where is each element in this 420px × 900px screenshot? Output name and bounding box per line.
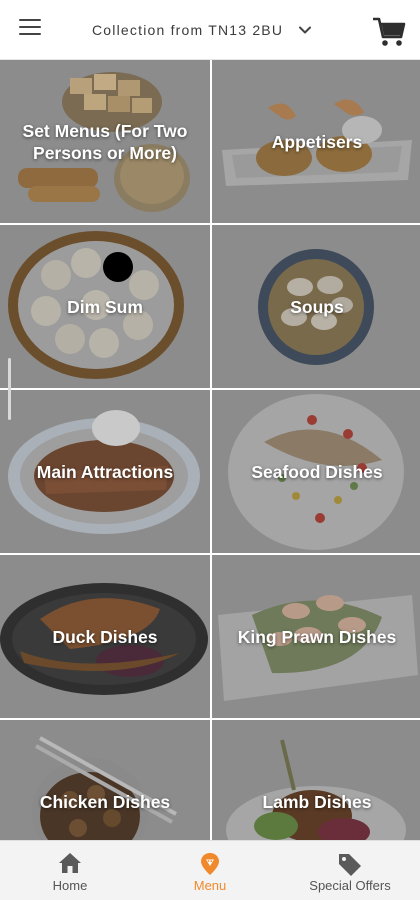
category-tile-main-attractions[interactable]: Main Attractions [0, 390, 210, 553]
hamburger-icon[interactable] [19, 19, 41, 39]
category-label: Seafood Dishes [251, 461, 383, 482]
category-label: Main Attractions [36, 461, 174, 482]
category-tile-set-menus[interactable]: Set Menus (For Two Persons or More) [0, 60, 210, 223]
category-tile-soups[interactable]: Soups [212, 225, 420, 388]
nav-home[interactable]: Home [30, 841, 110, 900]
nav-special-offers[interactable]: Special Offers [300, 841, 400, 900]
nav-special-offers-label: Special Offers [309, 878, 391, 893]
category-tile-chicken-dishes[interactable]: Chicken Dishes [0, 720, 210, 840]
category-tile-king-prawn-dishes[interactable]: King Prawn Dishes [212, 555, 420, 718]
category-tile-lamb-dishes[interactable]: Lamb Dishes [212, 720, 420, 840]
scrollbar-thumb[interactable] [8, 358, 11, 420]
category-label: King Prawn Dishes [237, 626, 397, 647]
category-tile-appetisers[interactable]: Appetisers [212, 60, 420, 223]
category-tile-dim-sum[interactable]: Dim Sum [0, 225, 210, 388]
nav-menu-label: Menu [193, 878, 227, 893]
category-label: Appetisers [271, 131, 363, 152]
category-label: Set Menus (For Two Persons or More) [22, 120, 188, 163]
collection-label: Collection from TN13 2BU [92, 22, 284, 38]
category-tile-seafood-dishes[interactable]: Seafood Dishes [212, 390, 420, 553]
category-label: Lamb Dishes [262, 791, 372, 812]
nav-home-label: Home [52, 878, 88, 893]
tag-icon [339, 854, 361, 876]
home-icon [59, 853, 81, 873]
app-header: Collection from TN13 2BU [0, 0, 420, 60]
menu-pin-icon [201, 853, 219, 875]
category-label: Duck Dishes [52, 626, 158, 647]
category-grid: Set Menus (For Two Persons or More) Appe… [0, 60, 420, 840]
category-tile-duck-dishes[interactable]: Duck Dishes [0, 555, 210, 718]
chevron-down-icon [299, 26, 312, 34]
category-label: Soups [290, 296, 344, 317]
collection-selector[interactable]: Collection from TN13 2BU [92, 18, 312, 42]
cart-icon[interactable] [372, 16, 406, 48]
category-label: Dim Sum [67, 296, 143, 317]
nav-menu[interactable]: Menu [170, 841, 250, 900]
bottom-nav: Home Menu Special Offers [0, 840, 420, 900]
category-label: Chicken Dishes [39, 791, 171, 812]
